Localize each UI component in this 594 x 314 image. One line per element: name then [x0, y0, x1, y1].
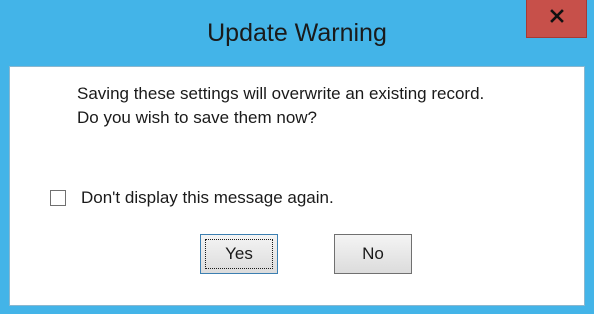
no-button-label: No [362, 244, 384, 263]
dont-display-again-checkbox[interactable] [50, 190, 66, 206]
update-warning-dialog: Update Warning Saving these settings wil… [0, 0, 594, 314]
close-icon [549, 9, 564, 28]
focus-rectangle [205, 239, 273, 269]
yes-button[interactable]: Yes [200, 234, 278, 274]
dont-display-again-label[interactable]: Don't display this message again. [81, 188, 334, 208]
message-line-1: Saving these settings will overwrite an … [77, 84, 485, 103]
message-line-2: Do you wish to save them now? [77, 108, 318, 127]
warning-message: Saving these settings will overwrite an … [77, 82, 484, 130]
dont-display-again-option[interactable]: Don't display this message again. [50, 188, 334, 208]
dialog-title: Update Warning [207, 18, 387, 47]
title-bar[interactable]: Update Warning [0, 0, 594, 66]
no-button[interactable]: No [334, 234, 412, 274]
close-button[interactable] [526, 0, 587, 38]
